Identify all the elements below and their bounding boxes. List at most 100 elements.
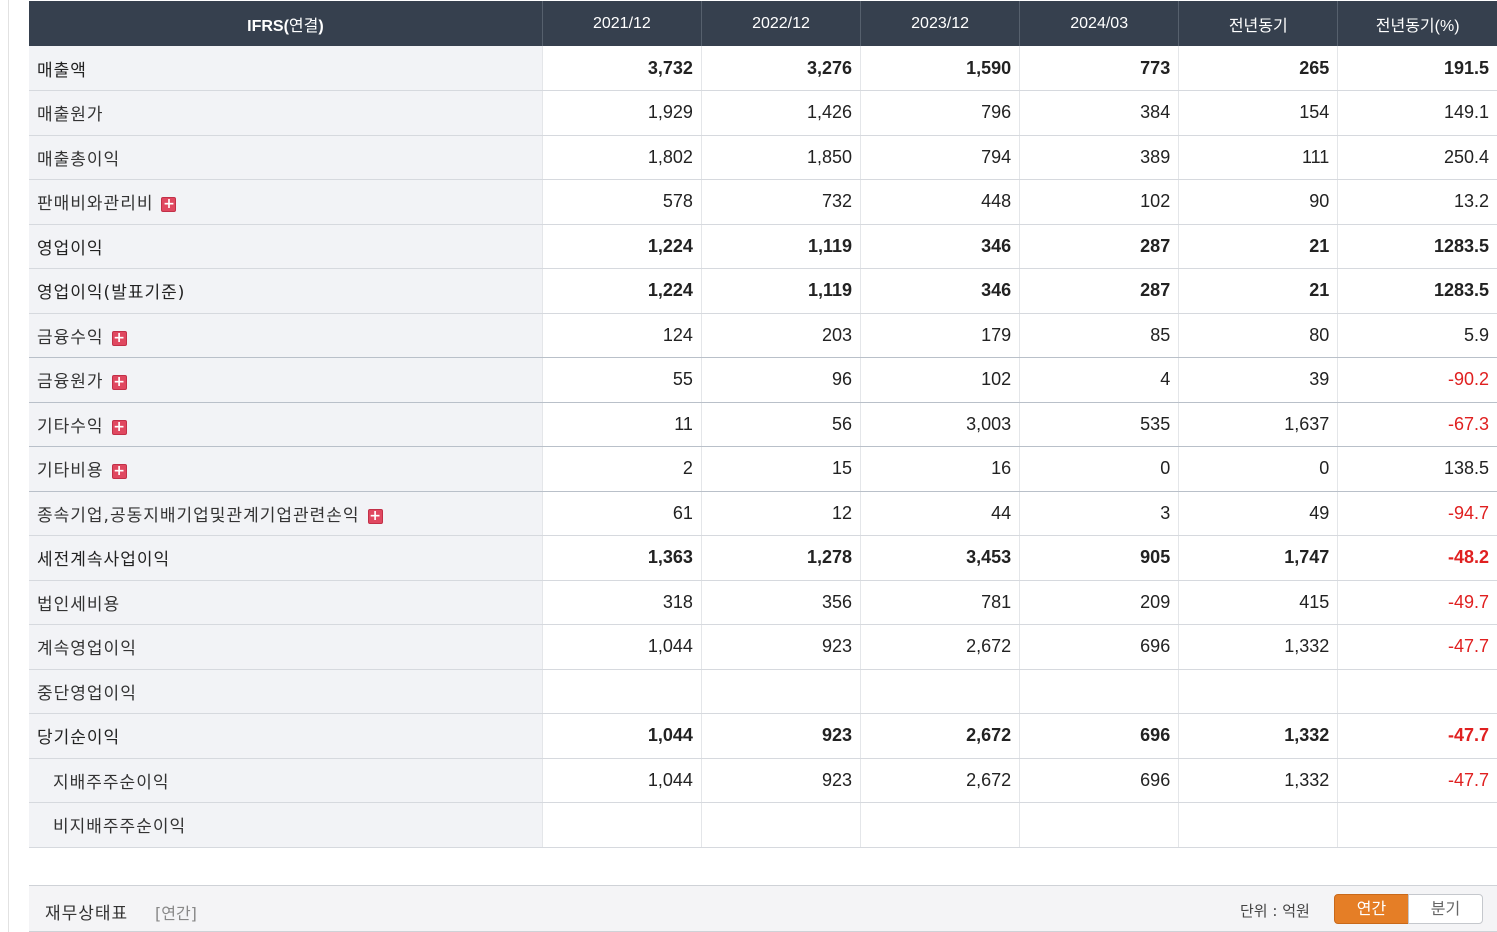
value-cell: 1283.5 <box>1337 224 1497 269</box>
section-title: 재무상태표 <box>45 904 129 924</box>
table-header-row: IFRS(연결) 2021/12 2022/12 2023/12 2024/03… <box>29 1 1497 46</box>
row-label: 판매비와관리비 <box>37 194 154 215</box>
value-cell: 287 <box>1019 224 1179 269</box>
table-row: 영업이익 1,224 1,119 346 287 21 1283.5 <box>29 224 1497 269</box>
value-cell: 265 <box>1178 46 1338 91</box>
value-cell <box>860 669 1020 714</box>
row-label-cell: 영업이익(발표기준) <box>29 268 543 314</box>
table-row: 매출총이익 1,802 1,850 794 389 111 250.4 <box>29 135 1497 180</box>
row-label: 계속영업이익 <box>37 639 137 660</box>
value-cell: 124 <box>541 313 702 358</box>
value-cell <box>700 669 861 714</box>
value-cell: 85 <box>1019 313 1179 358</box>
table-row: 판매비와관리비 +578 732 448 102 90 13.2 <box>29 179 1497 225</box>
value-cell: 318 <box>541 580 702 625</box>
value-cell: 1,044 <box>541 624 702 670</box>
value-cell: 179 <box>860 313 1020 358</box>
value-cell: 191.5 <box>1337 46 1497 91</box>
value-cell <box>541 802 702 848</box>
row-label: 영업이익 <box>37 238 104 259</box>
value-cell: 1,119 <box>700 268 861 314</box>
row-label-cell[interactable]: 기타수익 + <box>29 402 543 447</box>
row-label-cell[interactable]: 금융원가 + <box>29 357 543 403</box>
row-label-cell[interactable]: 판매비와관리비 + <box>29 179 543 225</box>
quarter-toggle-button[interactable]: 분기 <box>1408 894 1483 924</box>
value-cell: 1,119 <box>700 224 861 269</box>
value-cell: 578 <box>541 179 702 225</box>
value-cell: 346 <box>860 224 1020 269</box>
value-cell: 2 <box>541 446 702 492</box>
value-cell: 16 <box>860 446 1020 492</box>
value-cell: 696 <box>1019 758 1179 803</box>
row-label-cell[interactable]: 금융수익 + <box>29 313 543 358</box>
table-row: 당기순이익 1,044 923 2,672 696 1,332 -47.7 <box>29 713 1497 759</box>
row-label: 금융원가 <box>37 372 104 393</box>
expand-plus-icon[interactable]: + <box>111 419 127 435</box>
value-cell: -49.7 <box>1337 580 1497 625</box>
value-cell: 2,672 <box>860 758 1020 803</box>
header-col-yoy: 전년동기 <box>1178 1 1338 46</box>
value-cell: 1,224 <box>541 268 702 314</box>
row-label: 법인세비용 <box>37 594 121 615</box>
table-row: 세전계속사업이익 1,363 1,278 3,453 905 1,747 -48.2 <box>29 535 1497 581</box>
row-label-cell[interactable]: 기타비용 + <box>29 446 543 492</box>
table-row: 지배주주순이익 1,044 923 2,672 696 1,332 -47.7 <box>29 758 1497 803</box>
value-cell: 0 <box>1178 446 1338 492</box>
header-col-2024-03: 2024/03 <box>1019 1 1179 46</box>
value-cell: 535 <box>1019 402 1179 447</box>
value-cell: 2,672 <box>860 713 1020 759</box>
value-cell: 49 <box>1178 491 1338 536</box>
value-cell: 923 <box>700 758 861 803</box>
row-label: 매출원가 <box>37 105 104 126</box>
value-cell: 287 <box>1019 268 1179 314</box>
value-cell: -48.2 <box>1337 535 1497 581</box>
value-cell: 4 <box>1019 357 1179 403</box>
row-label: 기타수익 <box>37 416 104 437</box>
value-cell: 1,044 <box>541 758 702 803</box>
expand-plus-icon[interactable]: + <box>111 375 127 391</box>
table-row: 중단영업이익 <box>29 669 1497 714</box>
row-label: 매출총이익 <box>37 149 121 170</box>
value-cell: 61 <box>541 491 702 536</box>
row-label: 비지배주주순이익 <box>53 817 187 838</box>
value-cell: 1,224 <box>541 224 702 269</box>
table-row: 영업이익(발표기준) 1,224 1,119 346 287 21 1283.5 <box>29 268 1497 314</box>
expand-plus-icon[interactable]: + <box>161 197 177 213</box>
row-label: 기타비용 <box>37 461 104 482</box>
row-label: 중단영업이익 <box>37 683 137 704</box>
value-cell: 1,929 <box>541 90 702 136</box>
value-cell <box>1337 669 1497 714</box>
value-cell: 1,426 <box>700 90 861 136</box>
value-cell: 21 <box>1178 268 1338 314</box>
value-cell: -90.2 <box>1337 357 1497 403</box>
row-label-cell[interactable]: 종속기업,공동지배기업및관계기업관련손익 + <box>29 491 543 536</box>
value-cell: 1,637 <box>1178 402 1338 447</box>
value-cell: 44 <box>860 491 1020 536</box>
unit-label: 단위 : 억원 <box>1240 902 1310 920</box>
value-cell: -47.7 <box>1337 758 1497 803</box>
value-cell: 209 <box>1019 580 1179 625</box>
row-label-cell: 비지배주주순이익 <box>29 802 543 848</box>
row-label-cell: 영업이익 <box>29 224 543 269</box>
value-cell: 250.4 <box>1337 135 1497 180</box>
expand-plus-icon[interactable]: + <box>111 464 127 480</box>
row-label-cell: 법인세비용 <box>29 580 543 625</box>
value-cell: 923 <box>700 624 861 670</box>
value-cell: 794 <box>860 135 1020 180</box>
expand-plus-icon[interactable]: + <box>367 508 383 524</box>
header-ifrs-label: IFRS(연결) <box>29 1 543 46</box>
value-cell: 346 <box>860 268 1020 314</box>
row-label: 당기순이익 <box>37 728 121 749</box>
value-cell: 1,278 <box>700 535 861 581</box>
value-cell: 732 <box>700 179 861 225</box>
expand-plus-icon[interactable]: + <box>111 330 127 346</box>
table-row: 종속기업,공동지배기업및관계기업관련손익 +61 12 44 3 49 -94.7 <box>29 491 1497 536</box>
row-label: 세전계속사업이익 <box>37 550 171 571</box>
value-cell <box>1019 669 1179 714</box>
value-cell: 12 <box>700 491 861 536</box>
value-cell: 1,332 <box>1178 713 1338 759</box>
table-row: 법인세비용 318 356 781 209 415 -49.7 <box>29 580 1497 625</box>
value-cell: 80 <box>1178 313 1338 358</box>
annual-toggle-button[interactable]: 연간 <box>1334 894 1409 924</box>
value-cell: 1,747 <box>1178 535 1338 581</box>
